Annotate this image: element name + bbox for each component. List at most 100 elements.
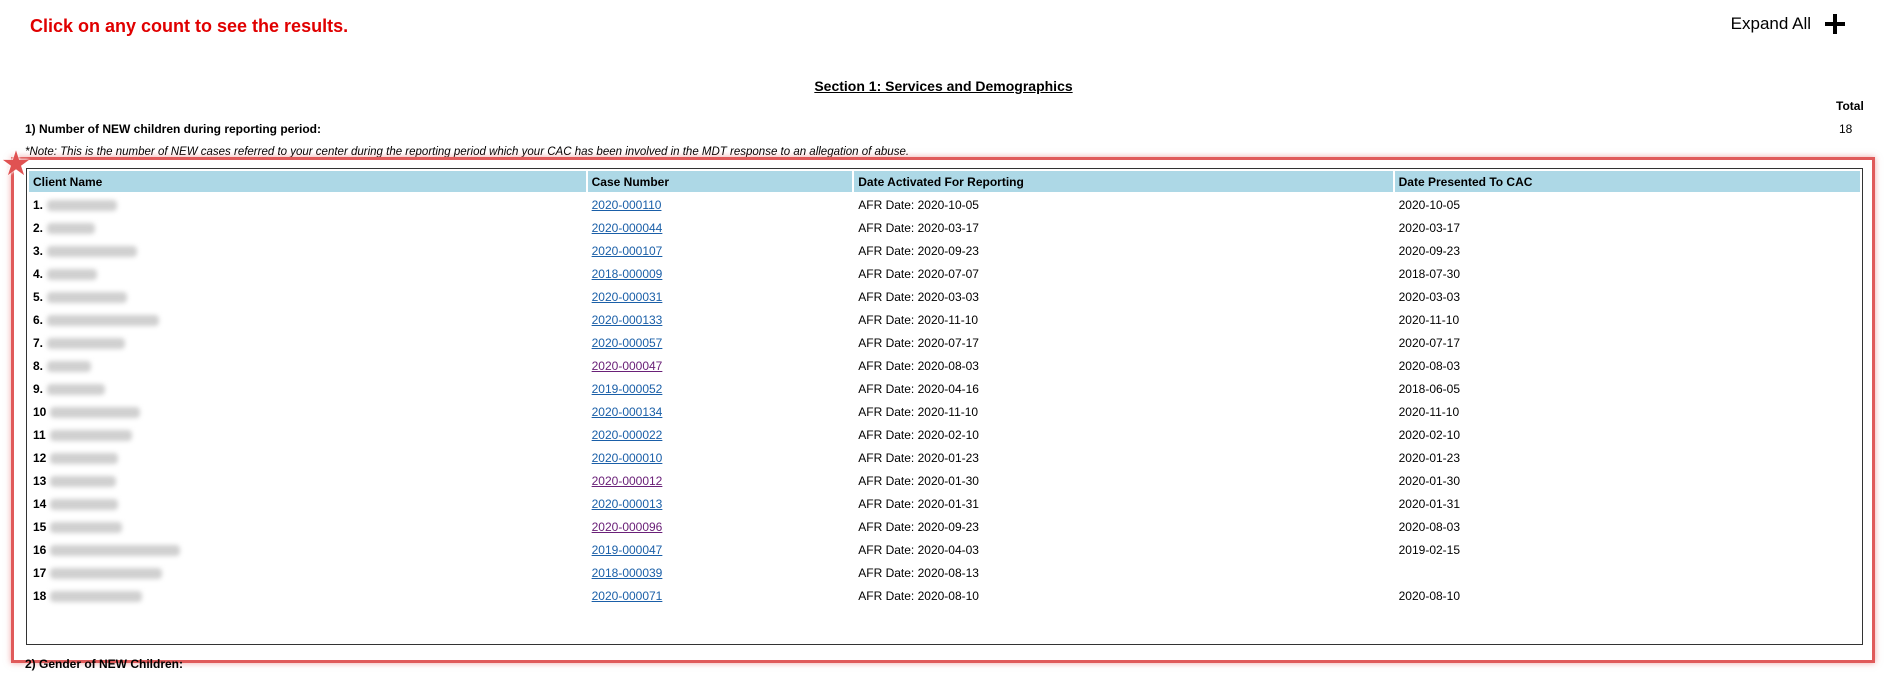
table-row: 7. 2020-000057 AFR Date: 2020-07-17 2020-07…: [29, 332, 1860, 353]
date-presented-cell: [1395, 562, 1860, 583]
table-row: 5. 2020-000031 AFR Date: 2020-03-03 2020-03…: [29, 286, 1860, 307]
table-row: 4. 2018-000009 AFR Date: 2020-07-07 2018-07…: [29, 263, 1860, 284]
row-number: 5.: [33, 289, 44, 304]
table-row: 1. 2020-000110 AFR Date: 2020-10-05 2020-10…: [29, 194, 1860, 215]
case-number-link[interactable]: 2020-000031: [592, 290, 663, 304]
header-date-activated: Date Activated For Reporting: [854, 171, 1393, 192]
case-number-link[interactable]: 2020-000013: [592, 497, 663, 511]
question-2-label: 2) Gender of NEW Children:: [25, 657, 184, 671]
redacted-client-name: [50, 567, 163, 579]
date-activated-cell: AFR Date: 2020-07-17: [858, 335, 979, 350]
date-activated-cell: AFR Date: 2020-01-23: [858, 450, 979, 465]
client-name-cell: 1.: [29, 194, 586, 215]
row-number: 7.: [33, 335, 44, 350]
table-row: 14 2020-000013 AFR Date: 2020-01-31 2020-01…: [29, 493, 1860, 514]
table-row: 17 2018-000039 AFR Date: 2020-08-13: [29, 562, 1860, 583]
client-name-cell: 16: [29, 539, 586, 560]
star-icon: ★: [0, 145, 32, 183]
case-number-link[interactable]: 2020-000010: [592, 451, 663, 465]
date-presented-cell: 2018-06-05: [1398, 381, 1461, 396]
case-number-cell: 2020-000134: [588, 401, 853, 422]
case-number-cell: 2019-000047: [588, 539, 853, 560]
header-date-presented: Date Presented To CAC: [1394, 171, 1860, 192]
client-name-cell: 12: [29, 447, 586, 468]
date-presented-cell: 2020-03-17: [1398, 220, 1461, 235]
case-number-cell: 2020-000071: [588, 585, 853, 606]
row-number: 2.: [33, 220, 44, 235]
row-number: 1.: [33, 197, 44, 212]
table-row: 16 2019-000047 AFR Date: 2020-04-03 2019-02…: [29, 539, 1860, 560]
client-name-cell: 4.: [29, 263, 586, 284]
client-name-cell: 11: [29, 424, 586, 445]
table-row: 12 2020-000010 AFR Date: 2020-01-23 2020-01…: [29, 447, 1860, 468]
case-number-link[interactable]: 2020-000044: [592, 221, 663, 235]
redacted-client-name: [50, 498, 119, 510]
date-presented-cell: 2020-03-03: [1398, 289, 1461, 304]
case-number-link[interactable]: 2018-000009: [592, 267, 663, 281]
case-number-cell: 2020-000013: [588, 493, 853, 514]
case-number-link[interactable]: 2020-000133: [592, 313, 663, 327]
date-activated-cell: AFR Date: 2020-10-05: [858, 197, 979, 212]
client-name-cell: 9.: [29, 378, 586, 399]
date-activated-cell: AFR Date: 2020-04-16: [858, 381, 979, 396]
case-number-link[interactable]: 2020-000057: [592, 336, 663, 350]
case-number-cell: 2020-000047: [588, 355, 853, 376]
total-column-header: Total: [1836, 99, 1864, 113]
case-number-link[interactable]: 2020-000110: [592, 198, 662, 212]
row-number: 10: [33, 404, 47, 419]
case-number-cell: 2020-000010: [588, 447, 853, 468]
redacted-client-name: [47, 291, 128, 303]
date-presented-cell: 2020-11-10: [1398, 404, 1460, 419]
table-row: 9. 2019-000052 AFR Date: 2020-04-16 2018-06…: [29, 378, 1860, 399]
header-client-name: Client Name: [29, 171, 586, 192]
client-name-cell: 8.: [29, 355, 586, 376]
date-activated-cell: AFR Date: 2020-11-10: [858, 404, 979, 419]
row-number: 14: [33, 496, 47, 511]
case-number-link[interactable]: 2019-000047: [592, 543, 663, 557]
case-number-cell: 2020-000022: [588, 424, 853, 445]
date-activated-cell: AFR Date: 2020-02-10: [858, 427, 979, 442]
question-1-count[interactable]: 18: [1839, 122, 1852, 136]
date-presented-cell: 2020-10-05: [1398, 197, 1461, 212]
case-number-cell: 2020-000031: [588, 286, 853, 307]
client-name-cell: 18: [29, 585, 586, 606]
header-case-number: Case Number: [587, 171, 853, 192]
redacted-client-name: [50, 544, 181, 556]
date-presented-cell: 2019-02-15: [1398, 542, 1461, 557]
table-row: 6. 2020-000133 AFR Date: 2020-11-10 2020-11…: [29, 309, 1860, 330]
table-row: 2. 2020-000044 AFR Date: 2020-03-17 2020-03…: [29, 217, 1860, 238]
client-name-cell: 7.: [29, 332, 586, 353]
case-number-link[interactable]: 2019-000052: [592, 382, 663, 396]
table-row: 8. 2020-000047 AFR Date: 2020-08-03 2020-08…: [29, 355, 1860, 376]
redacted-client-name: [47, 245, 138, 257]
date-activated-cell: AFR Date: 2020-01-30: [858, 473, 979, 488]
client-name-cell: 5.: [29, 286, 586, 307]
plus-icon: [1825, 14, 1845, 34]
table-container: Client Name Case Number Date Activated F…: [26, 168, 1863, 645]
date-presented-cell: 2020-01-31: [1398, 496, 1461, 511]
case-number-link[interactable]: 2020-000012: [592, 474, 663, 488]
case-number-link[interactable]: 2020-000022: [592, 428, 663, 442]
case-number-cell: 2020-000096: [588, 516, 853, 537]
case-number-link[interactable]: 2020-000096: [592, 520, 663, 534]
expand-all-button[interactable]: Expand All: [1731, 14, 1845, 34]
redacted-client-name: [47, 360, 92, 372]
row-number: 16: [33, 542, 47, 557]
row-number: 11: [33, 427, 46, 442]
client-name-cell: 15: [29, 516, 586, 537]
case-number-link[interactable]: 2020-000071: [592, 589, 663, 603]
row-number: 8.: [33, 358, 44, 373]
table-row: 15 2020-000096 AFR Date: 2020-09-23 2020-08…: [29, 516, 1860, 537]
case-number-link[interactable]: 2018-000039: [592, 566, 663, 580]
case-number-cell: 2020-000133: [588, 309, 853, 330]
case-number-link[interactable]: 2020-000134: [592, 405, 663, 419]
date-presented-cell: 2020-11-10: [1398, 312, 1460, 327]
case-number-cell: 2020-000057: [588, 332, 853, 353]
case-number-cell: 2020-000044: [588, 217, 853, 238]
table-row: 18 2020-000071 AFR Date: 2020-08-10 2020-08…: [29, 585, 1860, 606]
row-number: 6.: [33, 312, 44, 327]
table-row: 3. 2020-000107 AFR Date: 2020-09-23 2020-09…: [29, 240, 1860, 261]
case-number-link[interactable]: 2020-000107: [592, 244, 663, 258]
case-number-link[interactable]: 2020-000047: [592, 359, 663, 373]
date-presented-cell: 2020-01-23: [1398, 450, 1461, 465]
